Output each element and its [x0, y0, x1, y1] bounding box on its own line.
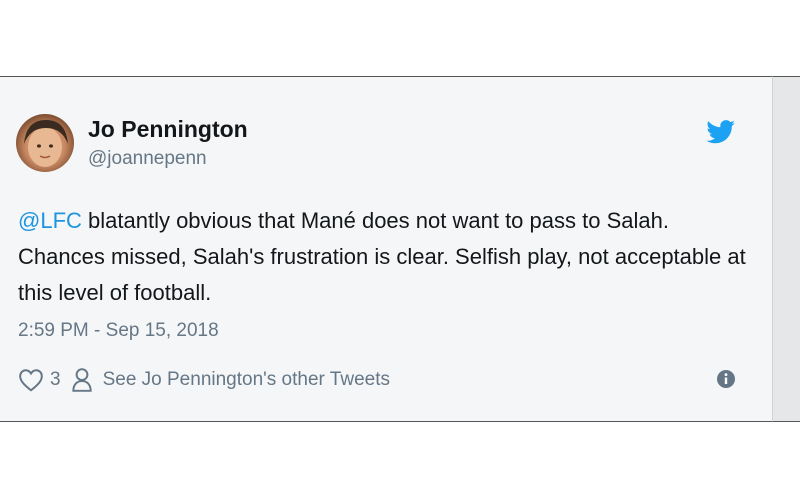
like-count[interactable]: 3	[50, 369, 61, 391]
see-other-tweets-link[interactable]: See Jo Pennington's other Tweets	[103, 369, 390, 391]
tweet-timestamp[interactable]: 2:59 PM - Sep 15, 2018	[18, 320, 219, 342]
tweet-text: @LFC blatantly obvious that Mané does no…	[18, 203, 748, 311]
heart-icon[interactable]	[18, 368, 44, 392]
screenshot-stage: Jo Pennington @joannepenn @LFC blatantly…	[0, 0, 800, 500]
author-name[interactable]: Jo Pennington	[88, 116, 248, 143]
avatar[interactable]	[16, 114, 74, 172]
tweet-body: blatantly obvious that Mané does not wan…	[18, 208, 746, 305]
info-icon[interactable]	[716, 369, 736, 389]
author-handle[interactable]: @joannepenn	[88, 148, 207, 170]
twitter-bird-icon[interactable]	[706, 120, 736, 144]
tweet-actions: 3 See Jo Pennington's other Tweets	[18, 366, 390, 394]
avatar-photo	[24, 120, 68, 167]
person-icon[interactable]	[71, 367, 93, 393]
page-side-strip	[772, 76, 800, 422]
mention-link[interactable]: @LFC	[18, 208, 82, 233]
